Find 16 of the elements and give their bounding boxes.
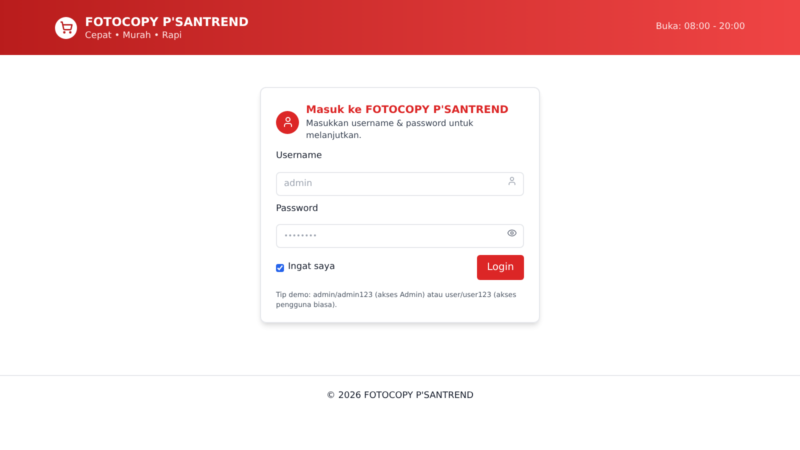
- field-label: Username: [276, 150, 323, 163]
- login-button[interactable]: Login: [477, 255, 524, 280]
- eye-icon[interactable]: [507, 228, 517, 238]
- user-icon: [276, 110, 299, 134]
- cart-icon: [55, 16, 77, 38]
- remember-checkbox[interactable]: [276, 264, 284, 272]
- login-subtitle: Masukkan username & password untuk melanjutkan.: [306, 118, 474, 142]
- login-title: Masuk ke FOTOCOPY P'SANTREND: [306, 103, 508, 118]
- username-field[interactable]: admin: [276, 172, 524, 196]
- checkbox-label: Ingat saya: [288, 260, 336, 274]
- footer-copyright: © 2026 FOTOCOPY P'SANTREND: [326, 390, 474, 403]
- brand-tagline: Cepat • Murah • Rapi: [85, 30, 183, 42]
- user-icon: [507, 176, 517, 186]
- brand-title: FOTOCOPY P'SANTREND: [85, 14, 249, 30]
- field-label: Password: [276, 202, 320, 216]
- opening-hours: Buka: 08:00 - 20:00: [656, 20, 745, 34]
